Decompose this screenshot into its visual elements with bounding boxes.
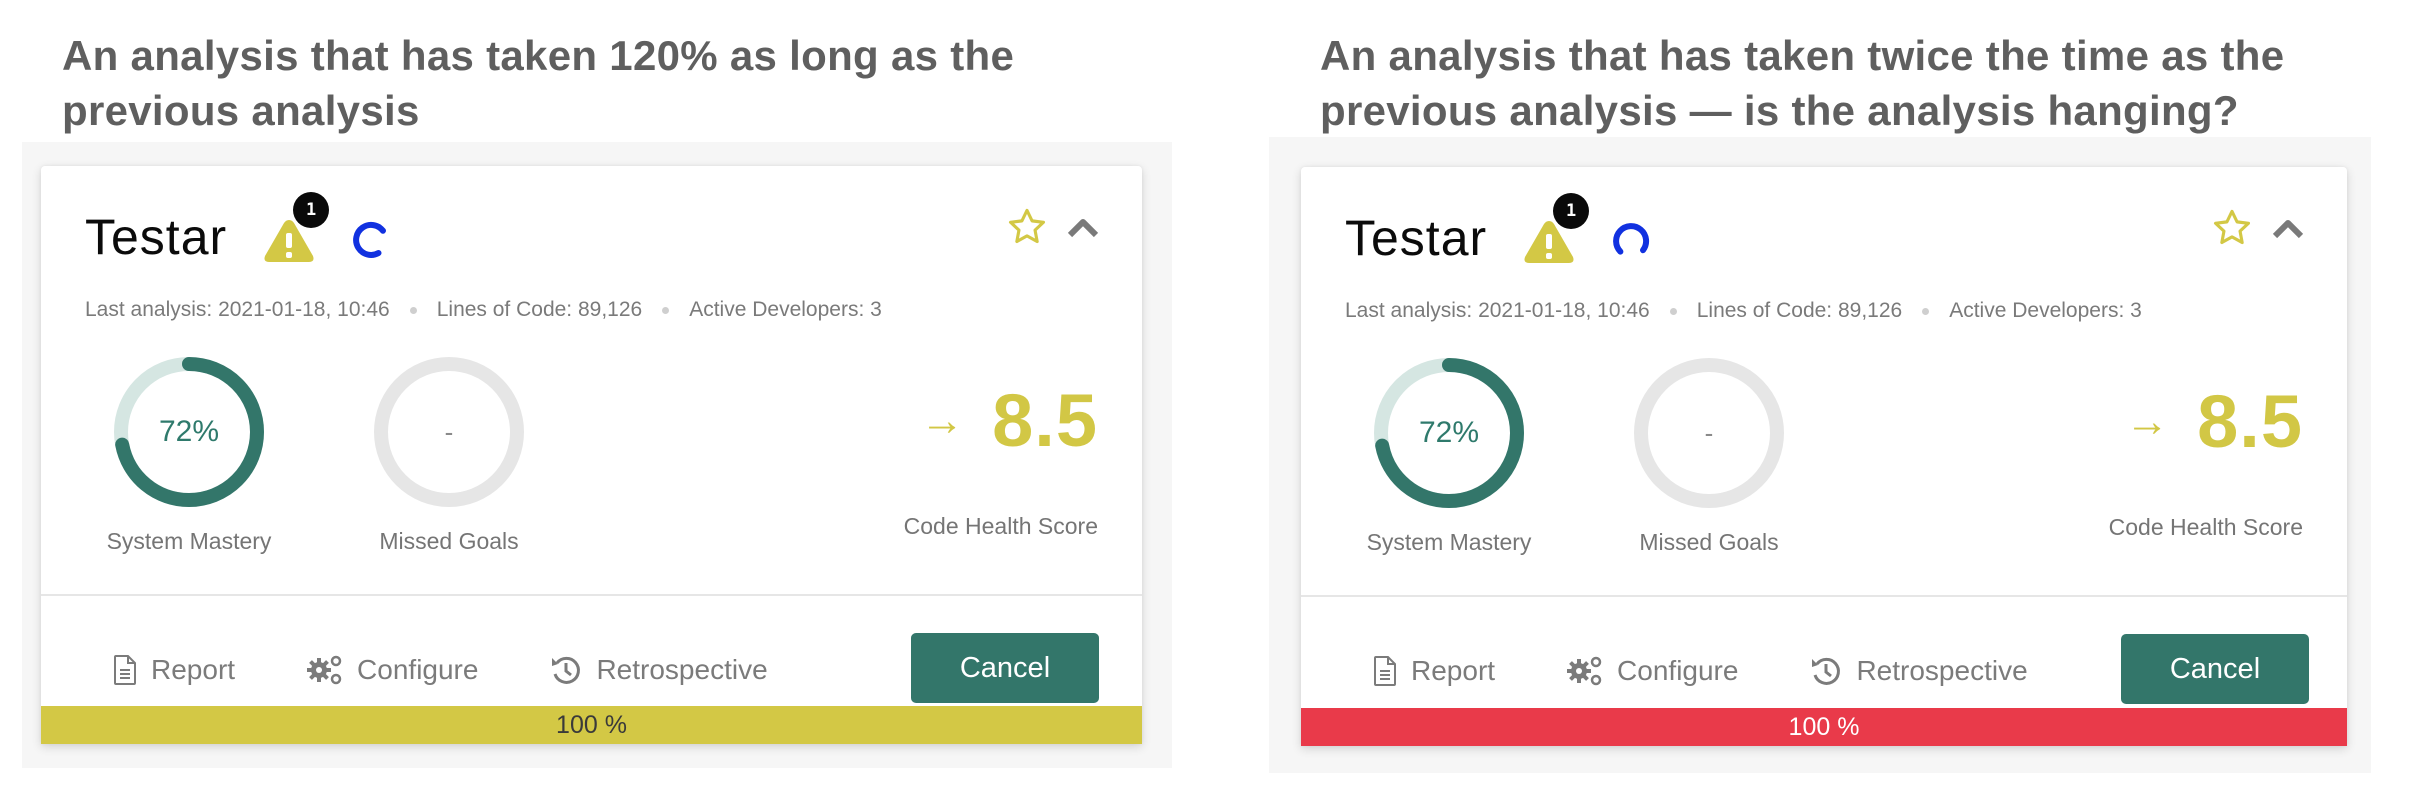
missed-goals-value: - [444, 416, 454, 447]
loading-spinner-icon [353, 221, 387, 258]
card-header: Testar 1 [85, 192, 391, 272]
missed-goals-ring: - [373, 356, 525, 508]
configure-button[interactable]: Configure [1567, 655, 1738, 687]
system-mastery-ring: 72% [1373, 357, 1525, 509]
card-header-actions [2211, 207, 2305, 249]
configure-button[interactable]: Configure [307, 654, 478, 686]
warning-indicator[interactable]: 1 [263, 192, 330, 266]
missed-goals-value: - [1704, 417, 1714, 448]
gears-icon [1567, 656, 1602, 686]
arrow-right-icon: → [2125, 397, 2170, 446]
system-mastery-value: 72% [1418, 416, 1480, 449]
document-icon [114, 655, 136, 685]
retrospective-label: Retrospective [596, 654, 768, 685]
retrospective-button[interactable]: Retrospective [1810, 655, 2028, 687]
code-health-label: Code Health Score [903, 513, 1098, 539]
missed-goals-label: Missed Goals [379, 528, 519, 554]
project-meta: Last analysis: 2021-01-18, 10:46 Lines o… [1345, 299, 2142, 323]
report-label: Report [1411, 655, 1496, 686]
star-icon[interactable] [2211, 207, 2253, 249]
cancel-button[interactable]: Cancel [2121, 634, 2309, 704]
report-label: Report [151, 654, 236, 685]
document-icon [1374, 656, 1396, 686]
warning-count-badge: 1 [1553, 193, 1590, 229]
code-health-score[interactable]: → 8.5 Code Health Score [2109, 382, 2303, 541]
missed-goals-ring: - [1633, 357, 1785, 509]
missed-goals-label: Missed Goals [1639, 529, 1779, 555]
separator-dot [1669, 307, 1677, 315]
code-health-value: 8.5 [2197, 380, 2303, 463]
card-header: Testar 1 [1345, 193, 1651, 273]
project-name[interactable]: Testar [1345, 209, 1487, 267]
report-button[interactable]: Report [113, 654, 235, 686]
project-card: Testar 1 Last analysis: 2021-01-18, 10:4… [41, 166, 1142, 744]
project-name[interactable]: Testar [85, 208, 227, 266]
example-panel-right: Testar 1 Last analysis: 2021-01-18, 10:4… [1269, 137, 2371, 773]
system-mastery-ring: 72% [113, 356, 265, 508]
loading-spinner-icon [1613, 223, 1650, 255]
divider [1301, 595, 2347, 597]
separator-dot [409, 306, 417, 314]
system-mastery-value: 72% [158, 415, 220, 448]
project-card: Testar 1 Last analysis: 2021-01-18, 10:4… [1301, 167, 2347, 746]
divider [41, 594, 1142, 596]
report-button[interactable]: Report [1373, 655, 1495, 687]
caption-left: An analysis that has taken 120% as long … [62, 32, 1015, 134]
example-panel-left: Testar 1 Last analysis: 2021-01-18, 10:4… [22, 142, 1172, 768]
caption-right: An analysis that has taken twice the tim… [1320, 32, 2285, 134]
star-icon[interactable] [1006, 206, 1048, 248]
history-icon [552, 656, 581, 684]
lines-of-code: Lines of Code: 89,126 [1696, 299, 1903, 322]
system-mastery-metric[interactable]: 72% System Mastery [89, 356, 289, 555]
active-developers: Active Developers: 3 [1949, 299, 2142, 322]
warning-count-badge: 1 [293, 192, 330, 228]
chevron-up-icon[interactable] [2271, 216, 2305, 240]
card-header-actions [1006, 206, 1100, 248]
configure-label: Configure [1617, 655, 1739, 686]
project-meta: Last analysis: 2021-01-18, 10:46 Lines o… [85, 298, 882, 322]
system-mastery-label: System Mastery [1366, 529, 1532, 555]
gears-icon [307, 655, 342, 685]
retrospective-label: Retrospective [1856, 655, 2028, 686]
lines-of-code: Lines of Code: 89,126 [436, 298, 643, 321]
analysis-progress-bar: 100 % [41, 706, 1142, 744]
missed-goals-metric[interactable]: - Missed Goals [349, 356, 549, 555]
missed-goals-metric[interactable]: - Missed Goals [1609, 357, 1809, 556]
code-health-score[interactable]: → 8.5 Code Health Score [904, 381, 1098, 540]
system-mastery-metric[interactable]: 72% System Mastery [1349, 357, 1549, 556]
card-actions: Report Configure Retrospective [113, 654, 840, 686]
warning-indicator[interactable]: 1 [1523, 193, 1590, 267]
code-health-value: 8.5 [992, 379, 1098, 462]
active-developers: Active Developers: 3 [689, 298, 882, 321]
retrospective-button[interactable]: Retrospective [550, 654, 768, 686]
separator-dot [662, 306, 670, 314]
chevron-up-icon[interactable] [1066, 215, 1100, 239]
history-icon [1812, 657, 1841, 685]
progress-text: 100 % [1788, 712, 1860, 741]
code-health-label: Code Health Score [2108, 514, 2303, 540]
last-analysis: Last analysis: 2021-01-18, 10:46 [1345, 299, 1650, 322]
analysis-progress-bar: 100 % [1301, 708, 2347, 746]
system-mastery-label: System Mastery [106, 528, 272, 554]
card-actions: Report Configure Retrospective [1373, 655, 2100, 687]
configure-label: Configure [357, 654, 479, 685]
last-analysis: Last analysis: 2021-01-18, 10:46 [85, 298, 390, 321]
progress-text: 100 % [556, 710, 627, 739]
separator-dot [1922, 307, 1930, 315]
arrow-right-icon: → [920, 396, 965, 445]
cancel-button[interactable]: Cancel [911, 633, 1099, 703]
